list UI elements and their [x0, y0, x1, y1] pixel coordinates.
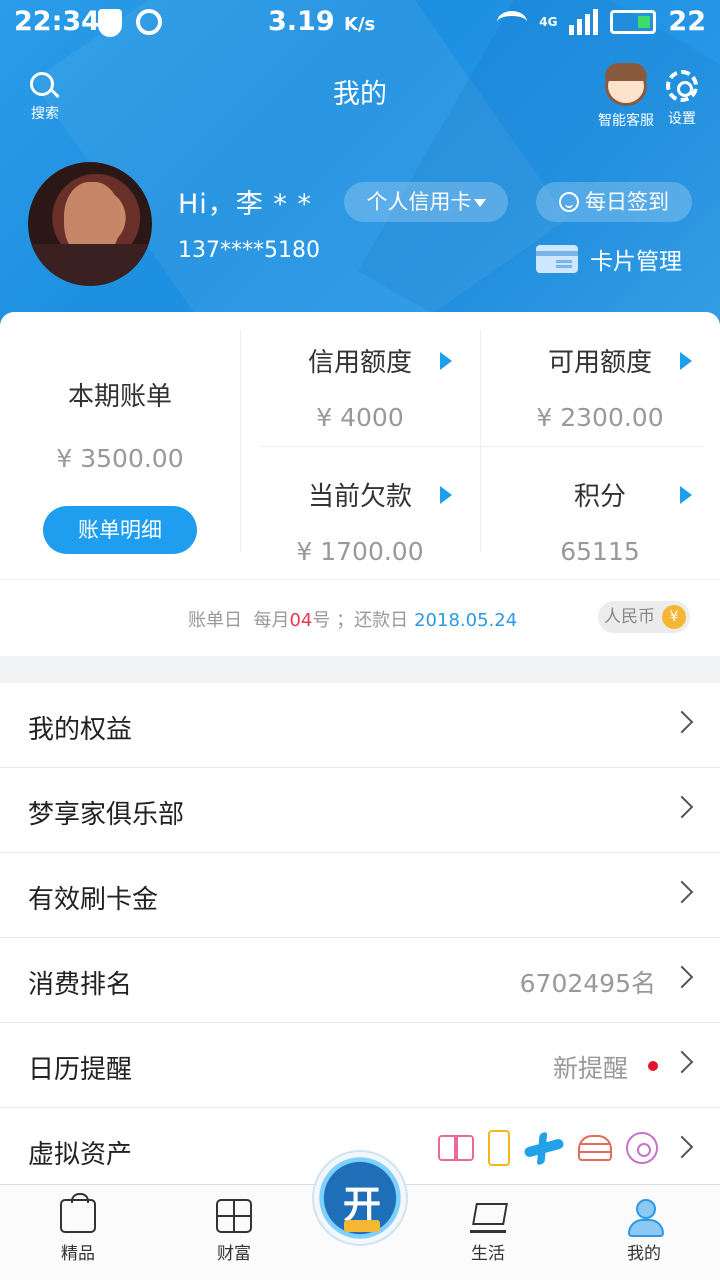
menu-list: 我的权益 梦享家俱乐部 有效刷卡金 消费排名 6702495名 日历提醒 新提醒… — [0, 683, 720, 1193]
play-arrow-icon — [440, 486, 452, 504]
asset-icons — [438, 1130, 658, 1166]
credit-card-icon — [536, 245, 578, 273]
chevron-right-icon — [670, 1050, 694, 1074]
network-type: 4G — [539, 14, 558, 29]
settings-label: 设置 — [668, 111, 696, 127]
header: 22:34 3.19 K/s 4G 22 搜索 我的 智能客服 设置 Hi，李 … — [0, 0, 720, 340]
yuan-coin-icon: ¥ — [662, 605, 686, 629]
play-arrow-icon — [680, 486, 692, 504]
wifi-icon — [497, 10, 528, 33]
user-greeting: Hi，李 * * — [178, 189, 312, 220]
smart-service-button[interactable]: 智能客服 — [598, 63, 654, 130]
available-limit-value: ¥ 2300.00 — [536, 403, 664, 432]
tab-wealth[interactable]: 财富 — [184, 1199, 284, 1264]
calculator-icon — [216, 1199, 252, 1233]
gift-icon — [438, 1135, 474, 1161]
menu-item-spending-rank[interactable]: 消费排名 6702495名 — [0, 938, 720, 1023]
billing-dates: 账单日 每月04号 ；还款日 2018.05.24 — [188, 610, 518, 631]
points-stat[interactable]: 积分 65115 — [480, 476, 720, 566]
smile-icon — [559, 192, 579, 212]
divider — [260, 446, 704, 447]
film-reel-icon — [626, 1132, 658, 1164]
current-debt-stat[interactable]: 当前欠款 ¥ 1700.00 — [240, 476, 480, 566]
status-right: 4G 22 — [497, 6, 706, 37]
play-arrow-icon — [440, 352, 452, 370]
currency-toggle[interactable]: 人民币 ¥ — [598, 601, 690, 633]
service-label: 智能客服 — [598, 113, 654, 129]
red-dot-badge — [648, 1061, 658, 1071]
app-notification-icon — [136, 9, 162, 35]
tab-life[interactable]: 生活 — [438, 1199, 538, 1264]
bill-detail-button[interactable]: 账单明细 — [43, 506, 197, 554]
account-panel: 本期账单 ¥ 3500.00 账单明细 信用额度 ¥ 4000 可用额度 ¥ 2… — [0, 312, 720, 656]
open-center-button[interactable]: 开 — [312, 1150, 408, 1246]
airplane-icon — [523, 1137, 565, 1159]
card-type-dropdown[interactable]: 个人信用卡 — [344, 182, 508, 222]
play-arrow-icon — [680, 352, 692, 370]
menu-item-swipe-bonus[interactable]: 有效刷卡金 — [0, 853, 720, 938]
chevron-right-icon — [670, 710, 694, 734]
daily-checkin-button[interactable]: 每日签到 — [536, 182, 692, 222]
points-value: 65115 — [560, 537, 640, 566]
bill-amount: ¥ 3500.00 — [56, 444, 184, 473]
tab-featured[interactable]: 精品 — [28, 1193, 128, 1264]
menu-item-dream-club[interactable]: 梦享家俱乐部 — [0, 768, 720, 853]
cart-icon — [470, 1199, 506, 1233]
menu-item-benefits[interactable]: 我的权益 — [0, 683, 720, 768]
card-management-button[interactable]: 卡片管理 — [536, 242, 682, 276]
available-limit-stat[interactable]: 可用额度 ¥ 2300.00 — [480, 342, 720, 432]
new-reminder-text: 新提醒 — [552, 1054, 628, 1083]
service-avatar-icon — [605, 63, 647, 106]
avatar[interactable] — [28, 162, 152, 286]
chevron-right-icon — [670, 880, 694, 904]
status-bar: 22:34 3.19 K/s 4G 22 — [0, 0, 720, 46]
user-phone: 137****5180 — [178, 238, 320, 263]
credit-limit-stat[interactable]: 信用额度 ¥ 4000 — [240, 342, 480, 432]
settings-button[interactable]: 设置 — [662, 70, 702, 128]
burger-icon — [578, 1135, 612, 1161]
current-debt-value: ¥ 1700.00 — [296, 537, 424, 566]
bag-icon — [60, 1193, 96, 1233]
tab-mine[interactable]: 我的 — [594, 1199, 694, 1264]
spending-rank-value: 6702495名 — [519, 969, 656, 998]
phone-recharge-icon — [488, 1130, 510, 1166]
divider — [0, 579, 720, 580]
gear-icon — [666, 70, 698, 102]
battery-level: 22 — [668, 6, 706, 37]
bill-title: 本期账单 — [67, 382, 172, 412]
user-icon — [626, 1199, 664, 1237]
bill-day-number: 04 — [289, 610, 313, 631]
battery-icon — [610, 9, 657, 34]
due-date: 2018.05.24 — [414, 610, 518, 631]
network-speed: 3.19 K/s — [268, 6, 376, 37]
caret-down-icon — [473, 199, 486, 207]
menu-item-calendar-reminder[interactable]: 日历提醒 新提醒 — [0, 1023, 720, 1108]
credit-limit-value: ¥ 4000 — [316, 403, 404, 432]
chevron-right-icon — [670, 795, 694, 819]
status-time: 22:34 — [14, 6, 100, 37]
chevron-right-icon — [670, 965, 694, 989]
shield-icon — [98, 9, 122, 37]
signal-icon — [569, 8, 599, 35]
chevron-right-icon — [670, 1135, 694, 1159]
